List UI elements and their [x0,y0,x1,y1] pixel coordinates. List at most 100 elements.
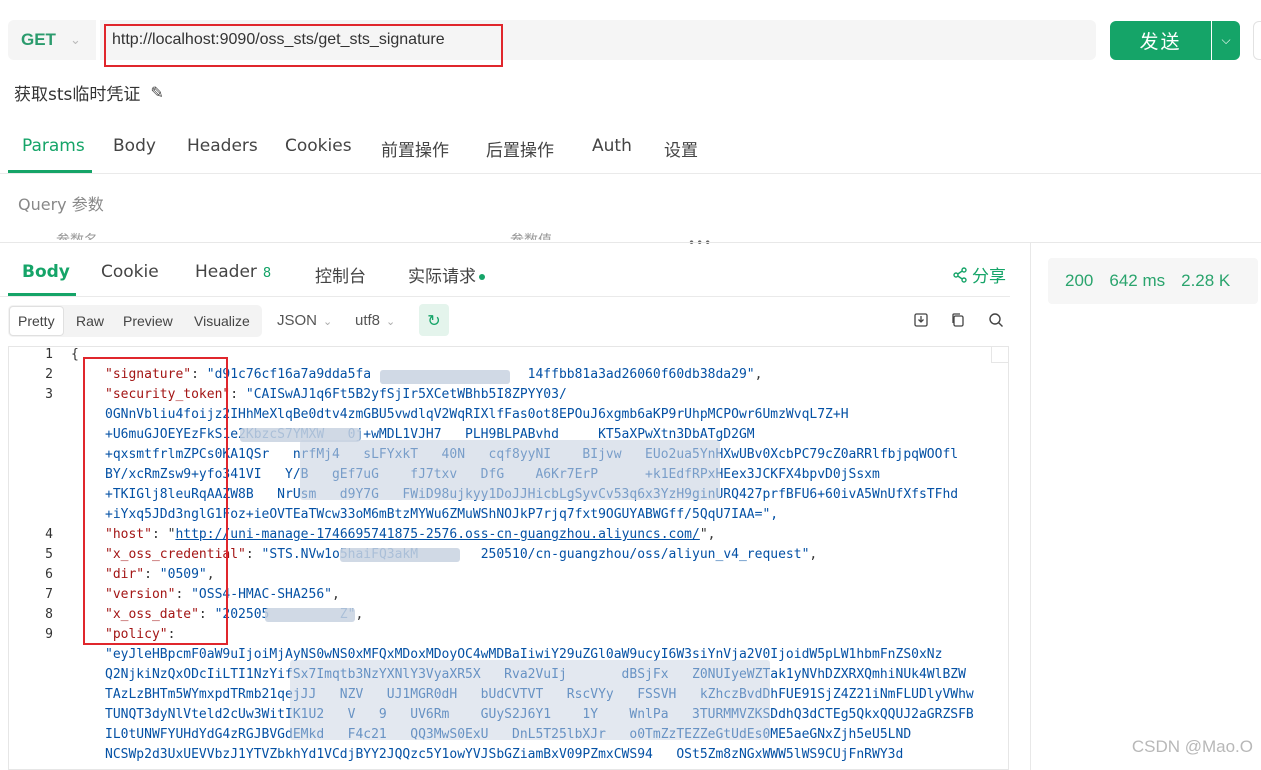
tab-console[interactable]: 控制台 [315,262,366,287]
json-value: "CAISwAJ1q6Ft5B2yfSjIr5XCetWBhb5I8ZPYY03… [245,387,567,402]
format-select[interactable]: JSON ⌄ [277,312,332,329]
tab-auth[interactable]: Auth [592,136,632,156]
pencil-icon[interactable]: ✎ [150,83,163,102]
send-button[interactable]: 发送 [1110,21,1211,60]
format-label: JSON [277,312,318,329]
line-number: 7 [45,587,53,602]
line-number-gutter: 1 2 3 4 5 6 7 8 9 [9,347,59,769]
chevron-down-icon: ⌵ [1221,33,1231,47]
view-visualize[interactable]: Visualize [194,305,250,337]
json-key: "version" [105,587,176,602]
search-icon[interactable] [988,312,1004,328]
json-line-host: "host": "http://uni-manage-1746695741875… [105,527,716,542]
status-dot-icon [479,274,485,280]
line-number: 2 [45,367,53,382]
tab-response-header[interactable]: Header 8 [195,262,271,282]
status-code: 200 [1065,271,1094,290]
url-text: http://localhost:9090/oss_sts/get_sts_si… [112,31,445,48]
json-key: "x_oss_date" [105,607,199,622]
request-tabs: Params Body Headers Cookies 前置操作 后置操作 Au… [0,122,1261,174]
json-line-version: "version": "OSS4-HMAC-SHA256", [105,587,340,602]
tab-response-cookie[interactable]: Cookie [101,262,159,282]
method-label: GET [21,30,56,49]
json-value: "0509" [159,567,207,582]
json-line-credential: "x_oss_credential": "STS.NVw1o5haiFQ3akM… [105,547,818,562]
query-params-label: Query 参数 [18,195,104,214]
view-preview[interactable]: Preview [123,305,173,337]
wrap-icon: ↻ [427,310,441,330]
response-status-panel: 200 642 ms 2.28 K [1048,258,1258,304]
send-options-button[interactable]: ⌵ [1212,21,1240,60]
method-select[interactable]: GET ⌄ [8,20,96,60]
json-line-policy: "policy": [105,627,176,642]
tab-post-actions[interactable]: 后置操作 [486,136,554,161]
line-number: 4 [45,527,53,542]
response-size: 2.28 K [1181,271,1231,290]
api-name[interactable]: 获取sts临时凭证 ✎ [14,80,164,105]
tab-params[interactable]: Params [22,136,85,156]
param-name-header: 参数名 [56,230,98,240]
tab-settings[interactable]: 设置 [664,136,698,161]
json-value-cont: 0GNnVbliu4foijz2IHhMeXlqBe0dtv4zmGBU5vwd… [105,407,849,422]
tab-response-body[interactable]: Body [22,262,70,282]
active-tab-indicator [8,170,92,173]
json-key: "x_oss_credential" [105,547,246,562]
line-number: 1 [45,347,53,362]
line-number: 6 [45,567,53,582]
param-value-header: 参数值 [510,230,552,240]
scrollbar-corner [991,347,1008,363]
chevron-down-icon: ⌄ [386,316,396,328]
resize-handle-icon[interactable]: ••• [688,236,712,250]
share-label: 分享 [972,267,1006,287]
save-button-edge[interactable] [1253,21,1261,60]
header-count-badge: 8 [262,266,272,281]
json-key: "host" [105,527,152,542]
panel-divider [0,242,1261,243]
word-wrap-toggle[interactable]: ↻ [419,304,449,336]
chevron-down-icon: ⌄ [323,316,333,328]
chevron-down-icon: ⌄ [69,32,81,48]
json-value-cont: NCSWp2d3UxUEVVbzJ1YTVZbkhYd1VCdjBYY2JQQz… [105,747,904,762]
redaction-blur [380,370,510,384]
encoding-select[interactable]: utf8 ⌄ [355,312,395,329]
redaction-blur [300,440,720,500]
panel-vertical-divider[interactable] [1030,243,1031,770]
api-name-text: 获取sts临时凭证 [14,85,141,105]
json-key: "security_token" [105,387,231,402]
tab-actual-request[interactable]: 实际请求 [408,262,485,287]
json-value-cont: +iYxq5JDd3nglG1Foz+ieOVTEaTWcw33oM6mBtzM… [105,507,779,522]
view-mode-group: Pretty Raw Preview Visualize [8,305,262,337]
redaction-blur [265,608,355,622]
response-time: 642 ms [1109,271,1166,290]
tab-cookies[interactable]: Cookies [285,136,352,156]
redaction-blur [340,548,460,562]
share-button[interactable]: 分享 [952,262,1006,287]
host-link[interactable]: http://uni-manage-1746695741875-2576.oss… [175,527,699,542]
view-raw[interactable]: Raw [76,305,104,337]
copy-icon[interactable] [950,312,966,328]
tab-headers[interactable]: Headers [187,136,258,156]
header-tab-label: Header [195,262,257,282]
json-key: "dir" [105,567,145,582]
json-open-brace: { [71,347,79,362]
json-value: "OSS4-HMAC-SHA256" [191,587,332,602]
json-key: "policy" [105,627,168,642]
actual-request-label: 实际请求 [408,267,476,287]
response-tabs-divider [0,296,1010,297]
tab-pre-actions[interactable]: 前置操作 [381,136,449,161]
encoding-label: utf8 [355,312,381,329]
line-number: 9 [45,627,53,642]
line-number: 8 [45,607,53,622]
download-icon[interactable] [913,312,929,328]
redaction-blur [290,660,770,740]
line-number: 3 [45,387,53,402]
tab-body[interactable]: Body [113,136,156,156]
share-icon [953,266,967,283]
json-line-dir: "dir": "0509", [105,567,215,582]
json-key: "signature" [105,367,192,382]
url-input[interactable]: http://localhost:9090/oss_sts/get_sts_si… [100,20,1096,60]
view-pretty[interactable]: Pretty [9,306,64,336]
line-number: 5 [45,547,53,562]
watermark: CSDN @Mao.O [1131,737,1253,756]
json-line-token: "security_token": "CAISwAJ1q6Ft5B2yfSjIr… [105,387,567,402]
